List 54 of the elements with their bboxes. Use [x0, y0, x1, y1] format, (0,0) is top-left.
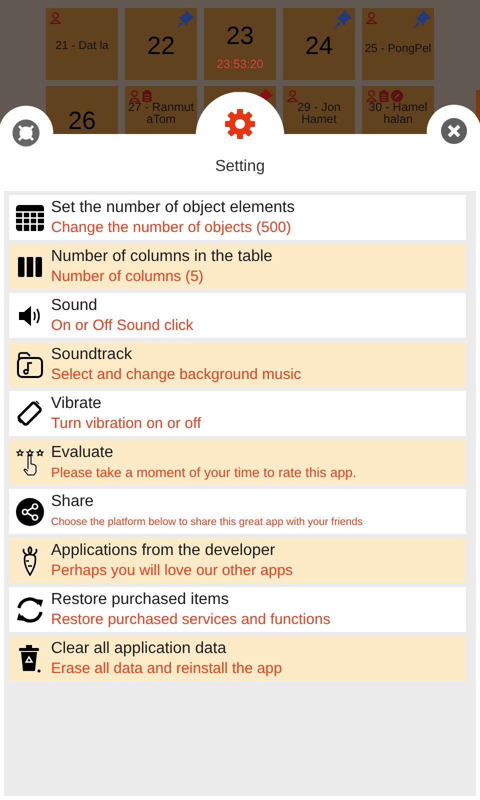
grid-icon — [16, 204, 44, 230]
carrot-icon — [20, 546, 40, 576]
trash-can-icon — [19, 644, 41, 672]
tile-label: 29 - Jon Hamet — [296, 101, 342, 125]
item-description: Select and change background music — [51, 364, 302, 384]
item-description: Erase all data and reinstall the app — [51, 658, 282, 678]
settings-item[interactable]: Sound On or Off Sound click — [9, 293, 466, 338]
item-description: Choose the platform below to share this great app with your friends — [51, 514, 363, 530]
settings-item[interactable]: Applications from the developer Perhaps you will love our other apps — [9, 538, 466, 583]
item-description: On or Off Sound click — [51, 316, 194, 336]
item-description: Turn vibration on or off — [51, 414, 202, 434]
item-title: Restore purchased items — [51, 590, 230, 610]
tile-label: 21 - Dat la — [54, 40, 110, 52]
item-title: Number of columns in the table — [51, 246, 272, 266]
item-title: Set the number of object elements — [51, 198, 295, 218]
tile-label: 26 — [68, 107, 96, 134]
item-description: Please take a moment of your time to rate this app. — [51, 464, 356, 482]
phone-vibrate-icon — [16, 400, 44, 428]
settings-item[interactable]: Evaluate Please take a moment of your time to rate this app. — [9, 440, 466, 485]
settings-item[interactable]: Number of columns in the table Number of columns (5) — [9, 244, 466, 289]
settings-item[interactable]: Vibrate Turn vibration on or off — [9, 391, 466, 436]
settings-icon[interactable] — [224, 108, 256, 140]
lifebuoy-icon[interactable] — [12, 119, 40, 147]
settings-item[interactable]: Share Choose the platform below to share this great app with your friends — [9, 489, 466, 534]
tile-timer: 23:53:20 — [216, 56, 264, 70]
tile-label: 22 — [147, 32, 175, 60]
stars-hand-icon — [16, 448, 44, 476]
item-title: Sound — [51, 296, 98, 316]
speaker-icon — [18, 304, 42, 326]
tile-label: 27 - Ranmut aTom — [126, 101, 196, 125]
item-title: Vibrate — [51, 394, 102, 414]
share-icon — [16, 498, 44, 526]
item-title: Applications from the developer — [51, 540, 276, 560]
close-icon[interactable] — [440, 117, 468, 145]
columns-icon — [18, 256, 42, 276]
tile-label: 30 - Hamel halan — [368, 101, 428, 125]
settings-item[interactable]: Soundtrack Select and change background music — [9, 342, 466, 387]
item-description: Number of columns (5) — [51, 266, 205, 286]
item-description: Perhaps you will love our other apps — [51, 560, 293, 580]
item-title: Soundtrack — [51, 344, 133, 364]
item-title: Evaluate — [51, 442, 114, 462]
tile-label: 25 - PongPel — [364, 43, 432, 55]
item-description: Change the number of objects (500) — [51, 218, 292, 238]
music-folder-icon — [16, 350, 44, 378]
settings-item[interactable]: Restore purchased items Restore purchased services and functions — [9, 587, 466, 632]
tile-label: 23 — [226, 22, 254, 50]
sheet-title: Setting — [215, 157, 265, 177]
item-description: Restore purchased services and functions — [51, 610, 330, 630]
item-title: Clear all application data — [51, 638, 228, 658]
item-title: Share — [51, 492, 95, 512]
tile-label: 24 — [305, 32, 333, 60]
refresh-icon — [16, 596, 44, 622]
settings-item[interactable]: Set the number of object elements Change the number of objects (500) — [9, 195, 466, 240]
settings-item[interactable]: Clear all application data Erase all data and reinstall the app — [9, 636, 466, 681]
